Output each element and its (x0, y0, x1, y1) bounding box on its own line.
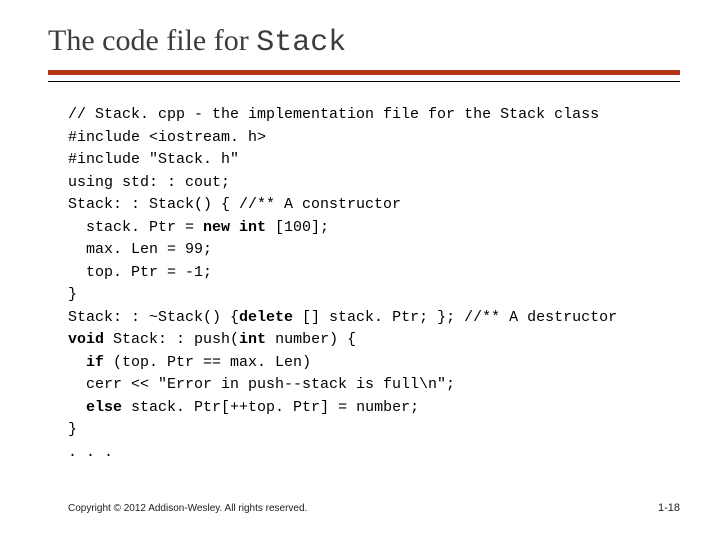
code-line: [] stack. Ptr; }; //** A destructor (293, 309, 617, 326)
accent-rule (48, 70, 680, 75)
title-mono: Stack (256, 26, 346, 60)
code-kw: if (86, 354, 104, 371)
code-line: #include <iostream. h> (68, 129, 266, 146)
slide-title: The code file for Stack (0, 0, 720, 70)
code-line: stack. Ptr[++top. Ptr] = number; (122, 399, 419, 416)
code-line: max. Len = 99; (68, 241, 212, 258)
code-line: top. Ptr = -1; (68, 264, 212, 281)
code-line: } (68, 421, 77, 438)
code-kw: void (68, 331, 104, 348)
divider (0, 70, 720, 82)
code-block: // Stack. cpp - the implementation file … (0, 82, 720, 464)
code-kw: int (239, 331, 266, 348)
code-line: // Stack. cpp - the implementation file … (68, 106, 599, 123)
code-line: using std: : cout; (68, 174, 230, 191)
code-line: Stack: : Stack() { //** A constructor (68, 196, 401, 213)
code-line: number) { (266, 331, 356, 348)
code-line: stack. Ptr = (68, 219, 203, 236)
code-line: [100]; (266, 219, 329, 236)
code-line: . . . (68, 444, 113, 461)
code-line (68, 354, 86, 371)
copyright-footer: Copyright © 2012 Addison-Wesley. All rig… (68, 503, 307, 514)
code-line: cerr << ″Error in push--stack is full\n″… (68, 376, 455, 393)
code-line: #include ″Stack. h″ (68, 151, 239, 168)
code-line (68, 399, 86, 416)
code-kw: delete (239, 309, 293, 326)
title-text: The code file for (48, 24, 256, 57)
code-line: Stack: : ~Stack() { (68, 309, 239, 326)
code-kw: new int (203, 219, 266, 236)
code-line: } (68, 286, 77, 303)
code-kw: else (86, 399, 122, 416)
slide: The code file for Stack // Stack. cpp - … (0, 0, 720, 540)
code-line: (top. Ptr == max. Len) (104, 354, 311, 371)
code-line: Stack: : push( (104, 331, 239, 348)
page-number: 1-18 (658, 502, 680, 514)
